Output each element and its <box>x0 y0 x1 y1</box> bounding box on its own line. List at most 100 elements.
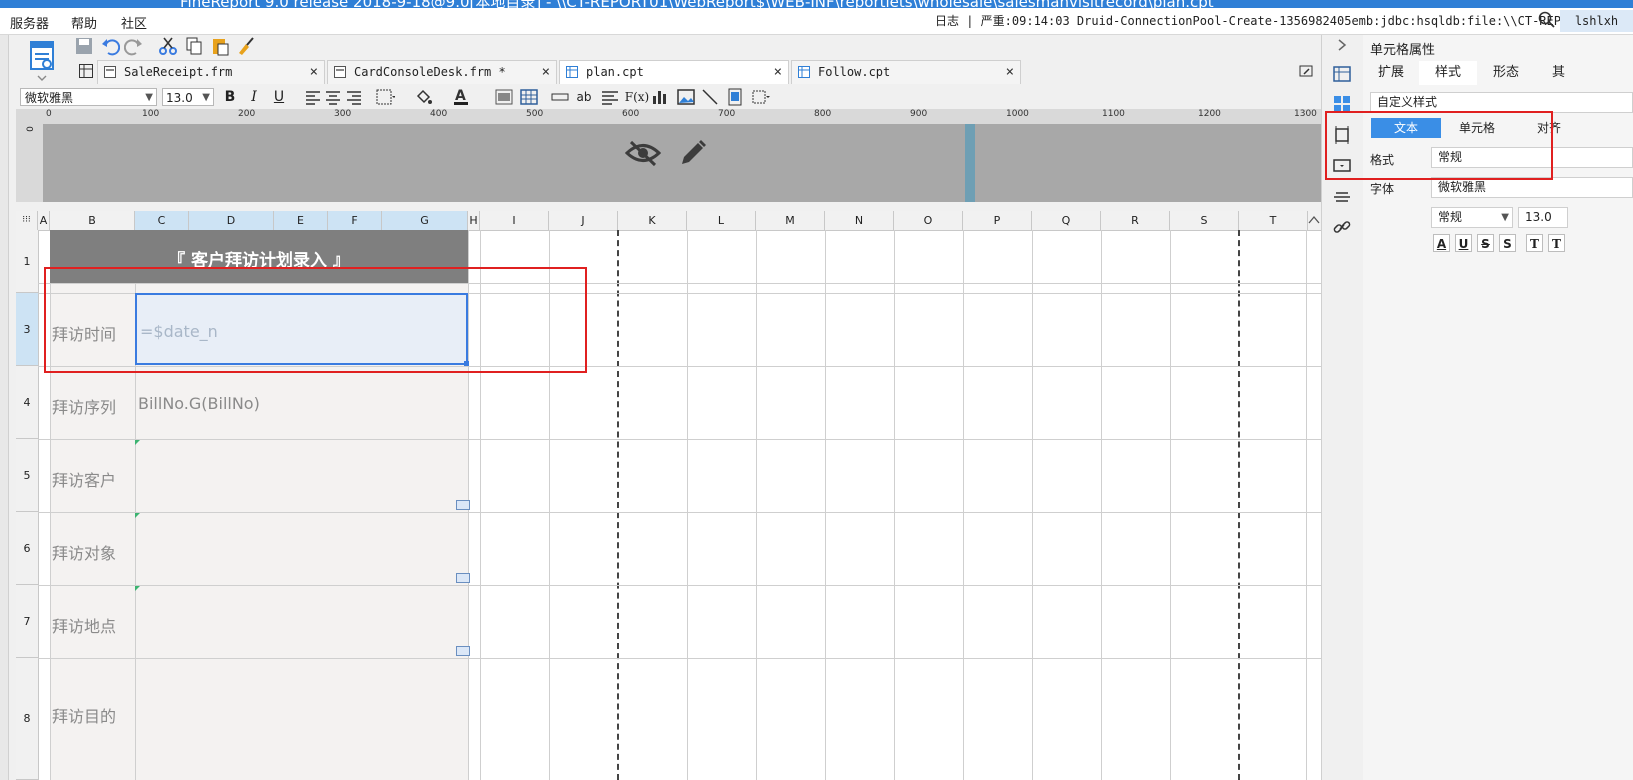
text-style-button[interactable]: ab <box>573 87 595 107</box>
dropdown-widget-icon[interactable] <box>456 500 470 510</box>
paste-icon[interactable] <box>210 36 230 56</box>
subscript-button[interactable]: T <box>1548 234 1565 252</box>
font-family-select[interactable]: 微软雅黑 ▼ <box>20 88 157 106</box>
condition-attribute-icon[interactable] <box>1332 187 1352 207</box>
cut-icon[interactable] <box>158 36 178 56</box>
dropdown-widget-icon[interactable] <box>456 646 470 656</box>
redo-icon[interactable] <box>124 36 144 56</box>
merge-cells-icon[interactable] <box>494 87 514 107</box>
row-header[interactable]: 5 <box>16 439 38 512</box>
column-header[interactable]: H <box>468 211 480 230</box>
label-visit-location[interactable]: 拜访地点 <box>52 613 116 637</box>
user-name[interactable]: lshlxh <box>1560 10 1633 32</box>
shadow-button[interactable]: S <box>1499 234 1516 252</box>
frame-icon[interactable] <box>751 87 771 107</box>
column-header[interactable]: B <box>50 211 135 230</box>
row-header[interactable]: 8 <box>16 658 38 780</box>
text-field-icon[interactable] <box>550 87 570 107</box>
underline-button[interactable]: U <box>271 87 287 107</box>
tab-close-button[interactable]: × <box>542 61 550 83</box>
column-header[interactable]: J <box>549 211 618 230</box>
tab-expand[interactable]: 扩展 <box>1363 61 1419 85</box>
column-header[interactable]: E <box>274 211 328 230</box>
font-family-field[interactable]: 微软雅黑 <box>1431 177 1633 198</box>
dropdown-widget-icon[interactable] <box>456 573 470 583</box>
new-report-button[interactable] <box>22 40 62 84</box>
chart-icon[interactable] <box>650 87 670 107</box>
column-header[interactable]: A <box>38 211 50 230</box>
image-icon[interactable] <box>676 87 696 107</box>
border-icon[interactable] <box>375 87 395 107</box>
font-color-button[interactable]: A <box>1433 234 1450 252</box>
align-right-icon[interactable] <box>344 87 364 107</box>
label-visit-contact[interactable]: 拜访对象 <box>52 540 116 564</box>
style-type-select[interactable]: 自定义样式 <box>1370 92 1633 113</box>
tab-plan[interactable]: plan.cpt × <box>559 60 789 84</box>
column-header[interactable]: I <box>480 211 549 230</box>
row-header[interactable]: 7 <box>16 585 38 658</box>
sub-report-icon[interactable] <box>725 87 745 107</box>
tab-close-button[interactable]: × <box>1006 61 1014 83</box>
label-visit-sequence[interactable]: 拜访序列 <box>52 394 116 418</box>
column-header[interactable]: O <box>894 211 963 230</box>
chevron-right-icon[interactable] <box>1332 37 1352 53</box>
search-icon[interactable] <box>1538 11 1556 29</box>
column-header[interactable]: G <box>382 211 468 230</box>
format-painter-icon[interactable] <box>236 36 256 56</box>
column-header[interactable]: L <box>687 211 756 230</box>
select-all-corner[interactable]: ⁝⁝⁝ <box>16 211 38 230</box>
font-color-icon[interactable]: A <box>452 87 472 107</box>
scroll-up-icon[interactable] <box>1308 215 1320 225</box>
copy-icon[interactable] <box>184 36 204 56</box>
italic-button[interactable]: I <box>246 87 262 107</box>
font-style-select[interactable]: 常规 ▼ <box>1431 207 1513 228</box>
font-size-select[interactable]: 13.0 ▼ <box>162 88 214 106</box>
tab-shape[interactable]: 形态 <box>1477 61 1535 85</box>
label-visit-customer[interactable]: 拜访客户 <box>52 467 116 491</box>
eye-off-icon[interactable] <box>625 138 661 168</box>
cell-element-icon[interactable] <box>1332 64 1352 84</box>
column-header[interactable]: T <box>1239 211 1308 230</box>
column-header[interactable]: S <box>1170 211 1239 230</box>
tab-salereceipt[interactable]: SaleReceipt.frm × <box>97 60 325 84</box>
row-header[interactable]: 3 <box>16 293 38 366</box>
bold-button[interactable]: B <box>222 87 238 107</box>
fill-color-icon[interactable] <box>414 87 434 107</box>
column-header[interactable]: R <box>1101 211 1170 230</box>
grid-view-icon[interactable] <box>79 64 93 78</box>
undo-icon[interactable] <box>100 36 120 56</box>
row-header[interactable]: 4 <box>16 366 38 439</box>
formula-button[interactable]: F(x) <box>624 87 650 107</box>
paragraph-icon[interactable] <box>600 87 620 107</box>
log-status-text[interactable]: 日志 | 严重:09:14:03 Druid-ConnectionPool-Cr… <box>935 12 1633 29</box>
pencil-icon[interactable] <box>678 138 708 168</box>
menu-server[interactable]: 服务器 <box>10 13 49 32</box>
page-width-marker[interactable] <box>965 124 975 202</box>
split-cells-icon[interactable] <box>519 87 539 107</box>
tab-list-icon[interactable] <box>1299 64 1313 78</box>
save-icon[interactable] <box>74 36 94 56</box>
tab-follow[interactable]: Follow.cpt × <box>791 60 1021 84</box>
tab-style[interactable]: 样式 <box>1419 61 1477 85</box>
row-header[interactable]: 1 <box>16 230 38 293</box>
tab-other[interactable]: 其 <box>1535 61 1633 85</box>
align-center-icon[interactable] <box>323 87 343 107</box>
column-header[interactable]: D <box>189 211 274 230</box>
tab-cardconsoledesk[interactable]: CardConsoleDesk.frm * × <box>327 60 557 84</box>
cell-billno-formula[interactable]: BillNo.G(BillNo) <box>138 394 260 413</box>
column-header[interactable]: M <box>756 211 825 230</box>
menu-community[interactable]: 社区 <box>121 13 147 32</box>
align-left-icon[interactable] <box>303 87 323 107</box>
underline-button[interactable]: U <box>1455 234 1472 252</box>
column-header[interactable]: F <box>328 211 382 230</box>
slash-icon[interactable] <box>700 87 720 107</box>
label-visit-purpose[interactable]: 拜访目的 <box>52 703 116 727</box>
column-header[interactable]: C <box>135 211 189 230</box>
column-header[interactable]: N <box>825 211 894 230</box>
hyperlink-icon[interactable] <box>1332 217 1352 237</box>
font-size-field[interactable]: 13.0 <box>1518 207 1568 228</box>
superscript-button[interactable]: T <box>1526 234 1543 252</box>
column-header[interactable]: K <box>618 211 687 230</box>
column-header[interactable]: P <box>963 211 1032 230</box>
tab-close-button[interactable]: × <box>774 61 782 83</box>
